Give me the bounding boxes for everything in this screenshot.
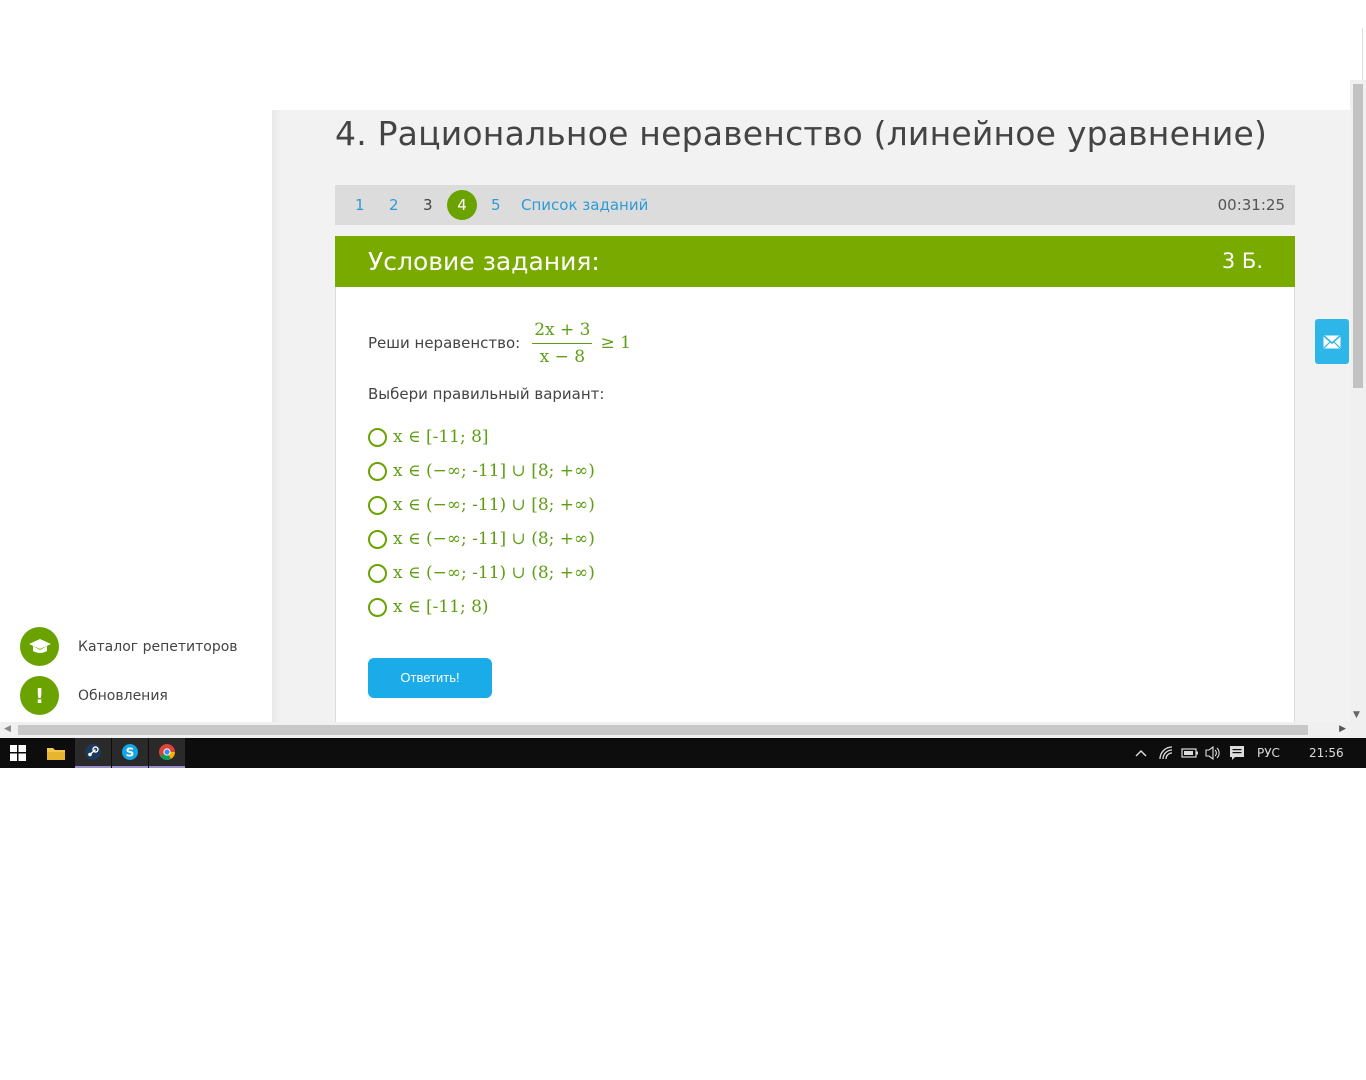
steam-icon: [85, 744, 101, 760]
answer-button[interactable]: Ответить!: [368, 658, 492, 698]
screen: 4. Рациональное неравенство (линейное ур…: [0, 0, 1366, 768]
start-button[interactable]: [0, 738, 36, 768]
nav-task-5[interactable]: 5: [491, 185, 501, 225]
scrollbar-corner: [1350, 722, 1366, 738]
steam-taskbar-button[interactable]: [75, 738, 111, 768]
inequality-rhs: ≥ 1: [600, 333, 631, 353]
radio-button[interactable]: [368, 495, 387, 515]
option-label: x ∈ (−∞; -11) ∪ [8; +∞): [393, 495, 595, 515]
answer-option-6[interactable]: x ∈ [-11; 8): [368, 590, 595, 624]
vertical-scrollbar[interactable]: ▼: [1350, 80, 1366, 722]
chrome-icon: [159, 744, 175, 760]
option-label: x ∈ [-11; 8): [393, 597, 489, 617]
answer-option-4[interactable]: x ∈ (−∞; -11] ∪ (8; +∞): [368, 522, 595, 556]
system-clock[interactable]: 21:56: [1309, 738, 1344, 768]
task-navigation: 1 2 3 4 5 Список заданий 00:31:25: [335, 185, 1295, 225]
task-list-link[interactable]: Список заданий: [521, 185, 648, 225]
answer-options: x ∈ [-11; 8] x ∈ (−∞; -11] ∪ [8; +∞) x ∈…: [368, 420, 595, 624]
task-header: Условие задания: 3 Б.: [335, 236, 1295, 287]
fraction-numerator: 2x + 3: [532, 320, 593, 344]
graduation-cap-icon: [20, 627, 59, 666]
radio-button[interactable]: [368, 563, 387, 583]
horizontal-scroll-thumb[interactable]: [18, 725, 1308, 735]
radio-button[interactable]: [368, 529, 387, 549]
answer-option-1[interactable]: x ∈ [-11; 8]: [368, 420, 595, 454]
battery-icon[interactable]: [1181, 738, 1199, 768]
skype-icon: S: [122, 744, 138, 760]
envelope-icon: [1323, 334, 1341, 348]
input-language[interactable]: РУС: [1257, 738, 1280, 768]
nav-task-4-current[interactable]: 4: [447, 190, 477, 220]
left-column-shadow: [272, 110, 282, 722]
task-body: Реши неравенство: 2x + 3 x − 8 ≥ 1 Выбер…: [335, 287, 1295, 722]
scroll-down-arrow-icon[interactable]: ▼: [1353, 710, 1360, 720]
page-title: 4. Рациональное неравенство (линейное ур…: [335, 114, 1268, 153]
folder-icon: [47, 748, 65, 760]
nav-task-3[interactable]: 3: [423, 185, 433, 225]
radio-button[interactable]: [368, 597, 387, 617]
chrome-taskbar-button[interactable]: [149, 738, 185, 768]
radio-button[interactable]: [368, 427, 387, 447]
option-label: x ∈ (−∞; -11] ∪ [8; +∞): [393, 461, 595, 481]
nav-task-1[interactable]: 1: [355, 185, 365, 225]
radio-button[interactable]: [368, 461, 387, 481]
scroll-right-arrow-icon[interactable]: ▶: [1339, 724, 1346, 734]
option-label: x ∈ (−∞; -11] ∪ (8; +∞): [393, 529, 595, 549]
nav-task-2[interactable]: 2: [389, 185, 399, 225]
feedback-mail-button[interactable]: [1315, 319, 1349, 364]
answer-option-3[interactable]: x ∈ (−∞; -11) ∪ [8; +∞): [368, 488, 595, 522]
tutor-catalog-label: Каталог репетиторов: [78, 638, 238, 655]
fraction-denominator: x − 8: [539, 346, 586, 367]
choose-label: Выбери правильный вариант:: [368, 385, 605, 403]
show-hidden-icons-chevron-up-icon[interactable]: [1134, 738, 1148, 768]
option-label: x ∈ [-11; 8]: [393, 427, 489, 447]
question-label: Реши неравенство:: [368, 334, 521, 352]
timer: 00:31:25: [1217, 196, 1285, 214]
wifi-icon[interactable]: [1158, 738, 1174, 768]
notifications-icon[interactable]: [1229, 738, 1245, 768]
tutor-catalog-link[interactable]: Каталог репетиторов: [20, 627, 238, 666]
scroll-left-arrow-icon[interactable]: ◀: [4, 724, 11, 734]
question: Реши неравенство: 2x + 3 x − 8 ≥ 1: [368, 315, 631, 371]
horizontal-scrollbar[interactable]: ◀ ▶: [0, 722, 1350, 738]
option-label: x ∈ (−∞; -11) ∪ (8; +∞): [393, 563, 595, 583]
question-fraction: 2x + 3 x − 8: [532, 320, 593, 367]
taskbar: S РУС 21:56: [0, 738, 1366, 768]
file-explorer-taskbar-button[interactable]: [38, 738, 74, 768]
answer-option-2[interactable]: x ∈ (−∞; -11] ∪ [8; +∞): [368, 454, 595, 488]
answer-option-5[interactable]: x ∈ (−∞; -11) ∪ (8; +∞): [368, 556, 595, 590]
task-points: 3 Б.: [1221, 249, 1263, 273]
main-content: 4. Рациональное неравенство (линейное ур…: [282, 110, 1350, 722]
skype-taskbar-button[interactable]: S: [112, 738, 148, 768]
updates-link[interactable]: ! Обновления: [20, 676, 168, 715]
volume-icon[interactable]: [1205, 738, 1221, 768]
task-header-title: Условие задания:: [368, 247, 600, 276]
exclamation-icon: !: [20, 676, 59, 715]
window-edge: [1362, 28, 1363, 88]
updates-label: Обновления: [78, 687, 168, 704]
svg-text:S: S: [126, 746, 135, 760]
vertical-scroll-thumb[interactable]: [1353, 84, 1363, 388]
windows-icon: [10, 745, 26, 761]
